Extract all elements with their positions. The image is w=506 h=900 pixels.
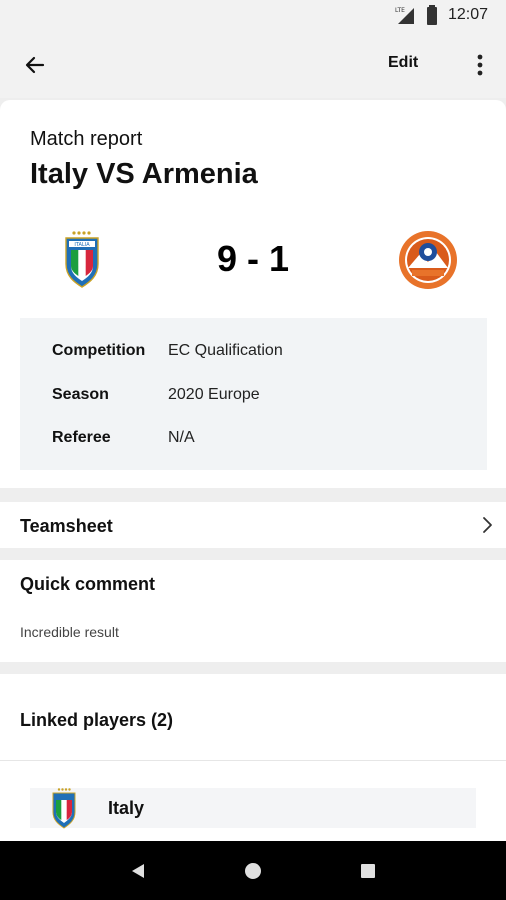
nav-recents-button[interactable] (348, 851, 388, 891)
detail-key: Competition (52, 342, 146, 359)
chevron-right-icon (483, 517, 492, 533)
back-button[interactable] (20, 50, 50, 80)
svg-text:ITALIA: ITALIA (74, 242, 90, 248)
match-title: Italy VS Armenia (30, 158, 258, 190)
report-label: Match report (30, 128, 143, 150)
detail-key: Season (52, 386, 109, 403)
status-icons: LTE 12:07 (394, 5, 488, 25)
app-bar: Edit (0, 32, 506, 98)
nav-back-button[interactable] (118, 851, 158, 891)
circle-home-icon (244, 862, 261, 879)
system-nav-bar (0, 841, 506, 900)
detail-row-referee: Referee N/A (52, 429, 195, 447)
linked-players-card: Linked players (2) Italy (0, 674, 506, 841)
status-bar: LTE 12:07 (0, 0, 506, 32)
more-vert-icon (477, 54, 483, 76)
lte-signal-icon: LTE (395, 7, 414, 24)
match-score: 9 - 1 (216, 238, 290, 279)
triangle-back-icon (131, 863, 144, 878)
arrow-left-icon (25, 56, 45, 74)
detail-row-season: Season 2020 Europe (52, 386, 260, 404)
teamsheet-label: Teamsheet (20, 516, 113, 536)
linked-player-item[interactable]: Italy (30, 788, 476, 829)
linked-player-name: Italy (108, 797, 145, 818)
detail-value: 2020 Europe (168, 386, 260, 403)
divider (0, 760, 506, 761)
teamsheet-row[interactable]: Teamsheet (0, 502, 506, 548)
more-options-button[interactable] (468, 50, 492, 80)
status-time: 12:07 (447, 6, 488, 23)
quick-comment-title: Quick comment (20, 574, 156, 594)
quick-comment-card: Quick comment Incredible result (0, 560, 506, 662)
detail-key: Referee (52, 429, 111, 446)
italy-crest-icon: ITALIA (65, 231, 99, 288)
match-report-card: Match report Italy VS Armenia ITALIA 9 -… (0, 100, 506, 488)
detail-row-competition: Competition EC Qualification (52, 342, 283, 360)
italy-crest-icon (52, 788, 76, 829)
armenia-crest-icon (399, 231, 457, 289)
nav-home-button[interactable] (233, 851, 273, 891)
detail-value: EC Qualification (168, 342, 283, 359)
quick-comment-text: Incredible result (20, 624, 119, 640)
detail-value: N/A (168, 429, 195, 446)
svg-text:LTE: LTE (395, 7, 405, 14)
match-details: Competition EC Qualification Season 2020… (20, 318, 487, 470)
battery-icon (426, 5, 437, 25)
edit-button[interactable]: Edit (388, 54, 418, 72)
linked-players-title: Linked players (2) (20, 710, 174, 730)
square-recents-icon (361, 863, 376, 878)
